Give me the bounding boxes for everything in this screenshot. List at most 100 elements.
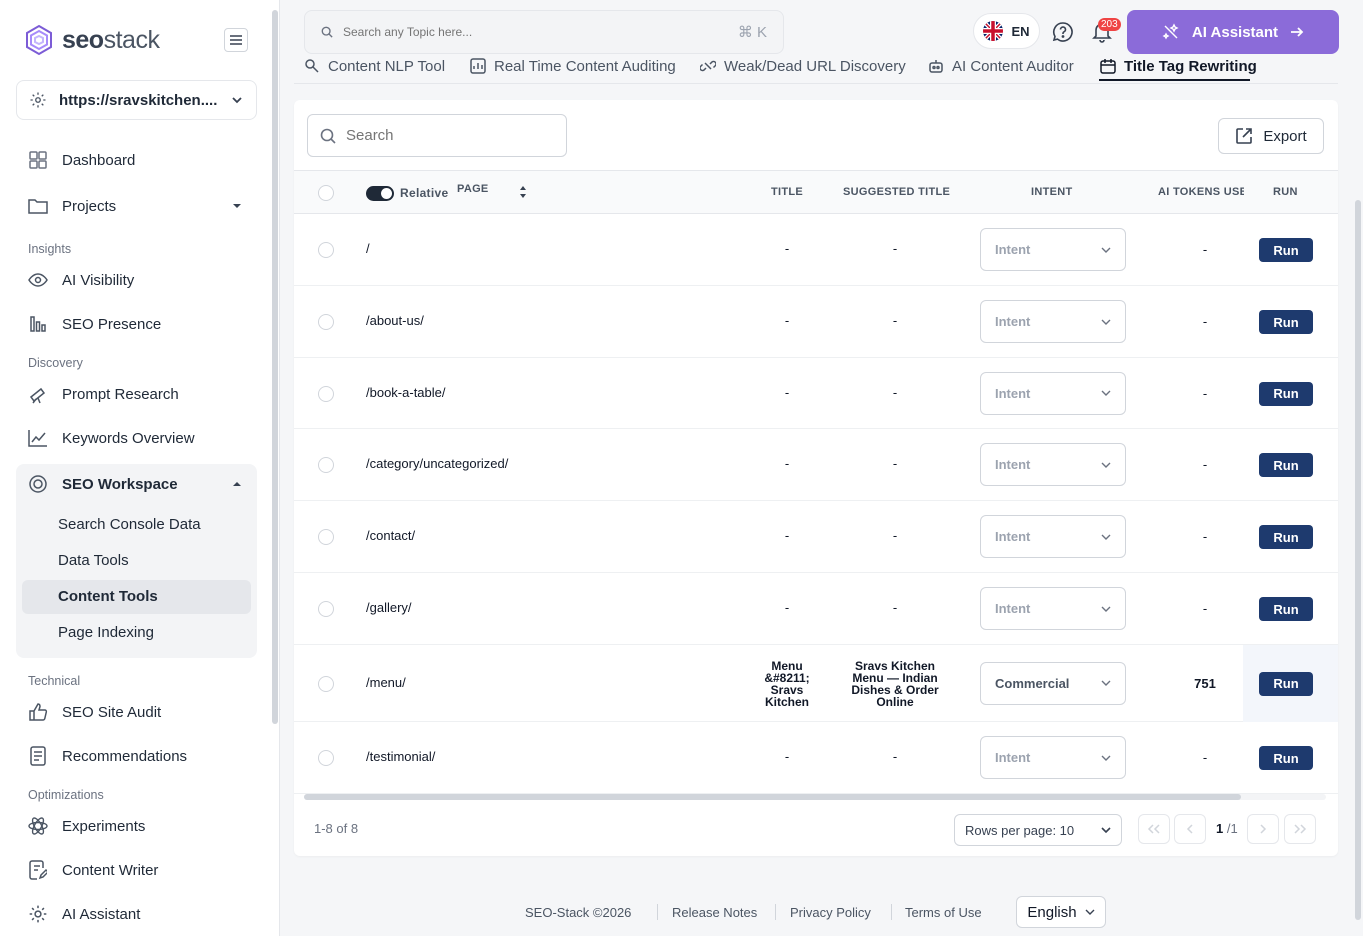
sidebar-item-projects[interactable]: Projects bbox=[28, 194, 242, 218]
help-icon[interactable] bbox=[1052, 21, 1074, 43]
tab-weak-dead-url[interactable]: Weak/Dead URL Discovery bbox=[700, 56, 906, 76]
rows-per-page-select[interactable]: Rows per page: 10 bbox=[954, 814, 1122, 846]
run-button[interactable]: Run bbox=[1259, 671, 1313, 696]
sidebar-item-seo-presence[interactable]: SEO Presence bbox=[28, 312, 161, 336]
bar-chart-icon bbox=[28, 314, 48, 334]
row-select-radio[interactable] bbox=[318, 750, 334, 766]
footer-language-select[interactable]: English bbox=[1016, 896, 1106, 928]
pagination-range: 1-8 of 8 bbox=[314, 821, 359, 836]
sidebar-item-ai-assistant[interactable]: AI Assistant bbox=[28, 902, 140, 926]
sidebar-item-data-tools[interactable]: Data Tools bbox=[58, 552, 129, 569]
relative-toggle[interactable] bbox=[366, 186, 394, 201]
page-url[interactable]: / bbox=[366, 241, 370, 256]
run-button[interactable]: Run bbox=[1259, 310, 1313, 334]
page-url[interactable]: /gallery/ bbox=[366, 600, 412, 615]
export-button[interactable]: Export bbox=[1218, 118, 1324, 154]
page-url[interactable]: /contact/ bbox=[366, 528, 415, 543]
page-url[interactable]: /menu/ bbox=[366, 675, 406, 690]
sidebar-item-dashboard[interactable]: Dashboard bbox=[28, 148, 135, 172]
dashboard-icon bbox=[28, 150, 48, 170]
column-intent: INTENT bbox=[1031, 186, 1073, 198]
arrow-right-icon bbox=[1291, 27, 1304, 37]
table-search-input[interactable] bbox=[346, 127, 554, 144]
title-cell: Menu &#8211; Sravs Kitchen bbox=[764, 658, 810, 709]
page-url[interactable]: /testimonial/ bbox=[366, 749, 435, 764]
footer-divider bbox=[775, 904, 776, 920]
tab-title-tag-rewriting[interactable]: Title Tag Rewriting bbox=[1100, 56, 1257, 76]
intent-select[interactable]: Intent bbox=[980, 587, 1126, 630]
table-search[interactable] bbox=[307, 114, 567, 157]
run-button[interactable]: Run bbox=[1259, 525, 1313, 549]
brand-logo[interactable]: seostack bbox=[24, 24, 160, 56]
sidebar-item-recommendations[interactable]: Recommendations bbox=[28, 744, 187, 768]
horizontal-scrollbar[interactable] bbox=[304, 794, 1326, 800]
global-search-input[interactable] bbox=[343, 25, 728, 39]
row-select-radio[interactable] bbox=[318, 675, 334, 692]
footer-release-notes[interactable]: Release Notes bbox=[672, 905, 757, 920]
run-button[interactable]: Run bbox=[1259, 597, 1313, 621]
run-button[interactable]: Run bbox=[1259, 746, 1313, 770]
title-cell: - bbox=[784, 528, 790, 543]
row-select-radio[interactable] bbox=[318, 601, 334, 617]
row-select-radio[interactable] bbox=[318, 457, 334, 473]
run-button[interactable]: Run bbox=[1259, 238, 1313, 262]
footer-privacy[interactable]: Privacy Policy bbox=[790, 905, 871, 920]
page-url[interactable]: /book-a-table/ bbox=[366, 385, 446, 400]
page-scrollbar[interactable] bbox=[1355, 200, 1361, 920]
next-page-button[interactable] bbox=[1247, 814, 1279, 844]
broken-link-icon bbox=[700, 60, 716, 72]
tab-content-nlp[interactable]: Content NLP Tool bbox=[304, 56, 445, 76]
row-select-radio[interactable] bbox=[318, 242, 334, 258]
intent-select[interactable]: Intent bbox=[980, 371, 1126, 415]
select-all-radio[interactable] bbox=[318, 185, 334, 201]
page-url[interactable]: /category/uncategorized/ bbox=[366, 456, 508, 471]
prev-page-button[interactable] bbox=[1174, 814, 1206, 844]
footer-terms[interactable]: Terms of Use bbox=[905, 905, 982, 920]
intent-select[interactable]: Intent bbox=[980, 443, 1126, 486]
sidebar-collapse-button[interactable] bbox=[224, 28, 248, 52]
row-select-radio[interactable] bbox=[318, 314, 334, 330]
horizontal-scroll-thumb[interactable] bbox=[304, 794, 1241, 800]
sidebar-item-prompt-research[interactable]: Prompt Research bbox=[28, 382, 179, 406]
run-button[interactable]: Run bbox=[1259, 381, 1313, 406]
intent-select[interactable]: Commercial bbox=[980, 661, 1126, 705]
page-indicator: 1 /1 bbox=[1216, 821, 1238, 836]
column-run: RUN bbox=[1273, 186, 1298, 198]
global-search[interactable]: ⌘ K bbox=[304, 10, 784, 54]
sidebar-item-ai-visibility[interactable]: AI Visibility bbox=[28, 268, 134, 292]
sidebar-scrollbar[interactable] bbox=[272, 10, 278, 724]
sidebar-item-search-console[interactable]: Search Console Data bbox=[58, 516, 201, 533]
first-page-button[interactable] bbox=[1138, 814, 1170, 844]
ai-assistant-button[interactable]: AI Assistant bbox=[1127, 10, 1339, 54]
sidebar-item-experiments[interactable]: Experiments bbox=[28, 814, 145, 838]
tab-realtime-auditing[interactable]: Real Time Content Auditing bbox=[470, 56, 676, 76]
intent-select[interactable]: Intent bbox=[980, 228, 1126, 271]
title-tag-card: Export Relative PAGE TITLE SUGGESTED TIT… bbox=[294, 100, 1338, 856]
sidebar-item-content-writer[interactable]: Content Writer bbox=[28, 858, 158, 882]
edit-document-icon bbox=[28, 860, 48, 880]
sidebar-item-page-indexing[interactable]: Page Indexing bbox=[58, 624, 154, 641]
site-selector[interactable]: https://sravskitchen.... bbox=[16, 80, 257, 120]
chevron-right-icon bbox=[1260, 824, 1267, 834]
folder-icon bbox=[28, 196, 48, 216]
row-select-radio[interactable] bbox=[318, 529, 334, 545]
suggested-title-cell: - bbox=[892, 384, 898, 400]
run-button[interactable]: Run bbox=[1259, 453, 1313, 477]
intent-select[interactable]: Intent bbox=[980, 300, 1126, 343]
sidebar-item-content-tools[interactable]: Content Tools bbox=[58, 588, 158, 605]
language-switcher[interactable]: EN bbox=[973, 13, 1040, 49]
ai-tokens-cell: - bbox=[1202, 529, 1208, 544]
sidebar-item-keywords-overview[interactable]: Keywords Overview bbox=[28, 426, 195, 450]
row-select-radio[interactable] bbox=[318, 385, 334, 402]
chevron-down-icon bbox=[1085, 909, 1095, 915]
sidebar-item-seo-workspace[interactable]: SEO Workspace bbox=[28, 472, 242, 496]
intent-select[interactable]: Intent bbox=[980, 736, 1126, 779]
column-page[interactable]: PAGE bbox=[457, 183, 489, 195]
last-page-button[interactable] bbox=[1284, 814, 1316, 844]
page-url[interactable]: /about-us/ bbox=[366, 313, 424, 328]
telescope-icon bbox=[28, 384, 48, 404]
tab-ai-content-auditor[interactable]: AI Content Auditor bbox=[928, 56, 1074, 76]
intent-select[interactable]: Intent bbox=[980, 515, 1126, 558]
sidebar-item-site-audit[interactable]: SEO Site Audit bbox=[28, 700, 161, 724]
sort-icon[interactable] bbox=[519, 185, 527, 199]
